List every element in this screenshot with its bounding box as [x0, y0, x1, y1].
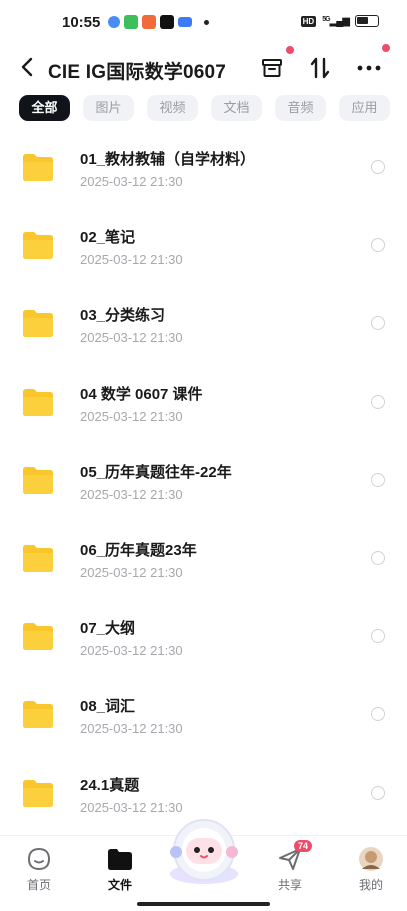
- select-checkbox[interactable]: [371, 785, 385, 800]
- file-date: 2025-03-12 21:30: [80, 564, 183, 580]
- folder-filled-icon: [107, 846, 133, 872]
- notification-icons: [108, 15, 209, 29]
- hd-indicator: HD: [300, 15, 317, 27]
- select-checkbox[interactable]: [371, 629, 385, 644]
- file-date: 2025-03-12 21:30: [80, 174, 183, 189]
- folder-icon: [23, 701, 53, 729]
- nav-mine[interactable]: 我的: [341, 846, 401, 893]
- more-icon: [357, 65, 381, 71]
- back-button[interactable]: [16, 54, 38, 80]
- select-checkbox[interactable]: [371, 550, 385, 565]
- list-item[interactable]: 08_词汇 2025-03-12 21:30: [0, 677, 407, 755]
- tab-images[interactable]: 图片: [83, 95, 134, 121]
- select-checkbox[interactable]: [371, 394, 385, 409]
- page-title: CIE IG国际数学0607: [48, 62, 227, 83]
- file-date: 2025-03-12 21:30: [80, 486, 183, 502]
- folder-icon: [23, 310, 53, 338]
- file-date: 2025-03-12 21:30: [80, 643, 183, 659]
- file-name: 24.1真题: [80, 776, 140, 794]
- file-date: 2025-03-12 21:30: [80, 721, 183, 737]
- home-icon: [26, 846, 52, 872]
- more-notification-dot: [382, 44, 390, 52]
- file-name: 06_历年真题23年: [80, 541, 197, 559]
- folder-icon: [23, 388, 53, 416]
- app-notification-icon: [108, 16, 120, 28]
- folder-icon: [23, 466, 53, 494]
- file-name: 01_教材教辅（自学材料）: [80, 151, 256, 168]
- nav-home[interactable]: 首页: [9, 846, 69, 893]
- file-list: 01_教材教辅（自学材料） 2025-03-12 21:30 02_笔记 202…: [0, 130, 407, 834]
- tiktok-icon: [160, 15, 174, 29]
- signal-icon: 5G▂▄▆: [322, 15, 350, 27]
- list-item[interactable]: 01_教材教辅（自学材料） 2025-03-12 21:30: [0, 130, 407, 208]
- archive-button[interactable]: [259, 55, 285, 81]
- list-item[interactable]: 04 数学 0607 课件 2025-03-12 21:30: [0, 365, 407, 443]
- folder-icon: [23, 232, 53, 260]
- game-app-icon: [142, 15, 156, 29]
- status-bar: 10:55 HD 5G▂▄▆: [0, 0, 407, 46]
- select-checkbox[interactable]: [371, 707, 385, 722]
- tab-documents[interactable]: 文档: [211, 95, 262, 121]
- select-checkbox[interactable]: [371, 472, 385, 487]
- chevron-left-icon: [21, 57, 33, 77]
- system-indicators: HD 5G▂▄▆: [300, 15, 379, 27]
- tab-audio[interactable]: 音频: [275, 95, 326, 121]
- signal-label: 5G: [322, 15, 330, 23]
- nav-files-label: 文件: [107, 878, 132, 892]
- tab-all[interactable]: 全部: [19, 95, 70, 121]
- file-name: 04 数学 0607 课件: [80, 385, 203, 403]
- folder-icon: [23, 779, 53, 807]
- share-badge: 74: [294, 840, 313, 852]
- wallet-icon: [178, 17, 192, 27]
- clock: 10:55: [62, 14, 101, 31]
- list-item[interactable]: 07_大纲 2025-03-12 21:30: [0, 599, 407, 677]
- mascot-assistant-button[interactable]: [164, 812, 244, 888]
- list-item[interactable]: 06_历年真题23年 2025-03-12 21:30: [0, 521, 407, 599]
- nav-home-label: 首页: [26, 878, 51, 892]
- folder-icon: [23, 623, 53, 651]
- header: CIE IG国际数学0607: [0, 44, 407, 90]
- nav-share-label: 共享: [277, 878, 302, 892]
- list-item[interactable]: 03_分类练习 2025-03-12 21:30: [0, 286, 407, 364]
- folder-icon: [23, 154, 53, 181]
- battery-icon: [355, 15, 379, 27]
- file-name: 08_词汇: [80, 698, 136, 716]
- file-name: 05_历年真题往年-22年: [80, 463, 232, 481]
- file-date: 2025-03-12 21:30: [80, 408, 183, 424]
- select-checkbox[interactable]: [371, 316, 385, 331]
- select-checkbox[interactable]: [371, 238, 385, 253]
- nav-files[interactable]: 文件: [90, 846, 150, 893]
- tab-apps[interactable]: 应用: [339, 95, 390, 121]
- archive-notification-dot: [286, 46, 294, 54]
- file-name: 03_分类练习: [80, 307, 166, 325]
- file-name: 07_大纲: [80, 620, 136, 638]
- avatar: [358, 846, 384, 872]
- home-indicator: [137, 902, 270, 906]
- more-notifications-dot: [204, 19, 209, 25]
- file-name: 02_笔记: [80, 229, 136, 247]
- file-date: 2025-03-12 21:30: [80, 330, 183, 346]
- sort-icon: [310, 57, 330, 79]
- list-item[interactable]: 02_笔记 2025-03-12 21:30: [0, 208, 407, 286]
- filter-tabs: 全部 图片 视频 文档 音频 应用: [19, 95, 403, 121]
- nav-share[interactable]: 74 共享: [260, 840, 320, 893]
- nav-mine-label: 我的: [358, 878, 383, 892]
- list-item[interactable]: 05_历年真题往年-22年 2025-03-12 21:30: [0, 443, 407, 521]
- select-checkbox[interactable]: [371, 160, 385, 174]
- folder-icon: [23, 544, 53, 572]
- message-app-icon: [124, 15, 138, 29]
- file-date: 2025-03-12 21:30: [80, 252, 183, 268]
- more-button[interactable]: [356, 55, 382, 81]
- archive-icon: [262, 59, 282, 77]
- tab-videos[interactable]: 视频: [147, 95, 198, 121]
- sort-button[interactable]: [307, 55, 333, 81]
